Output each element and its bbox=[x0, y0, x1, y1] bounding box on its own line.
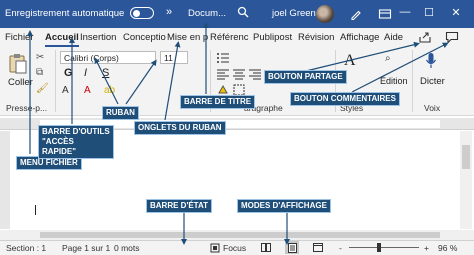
read-mode-icon bbox=[261, 243, 271, 252]
print-layout-icon bbox=[287, 242, 297, 253]
group-label-clipboard: Presse-p... bbox=[6, 103, 48, 113]
callout-quick-access: BARRE D'OUTILS "ACCÈS RAPIDE" bbox=[38, 125, 114, 159]
clipboard-icon[interactable] bbox=[8, 52, 28, 74]
font-name-select[interactable]: Calibri (Corps) bbox=[60, 51, 156, 64]
avatar[interactable] bbox=[316, 5, 334, 23]
web-layout-icon bbox=[313, 243, 323, 252]
zoom-level[interactable]: 96 % bbox=[438, 243, 457, 253]
tab-accueil[interactable]: Accueil bbox=[45, 32, 79, 47]
horizontal-scrollbar[interactable] bbox=[0, 230, 474, 240]
group-label-voice: Voix bbox=[424, 103, 441, 113]
vertical-ruler bbox=[0, 131, 10, 229]
underline-button[interactable]: S bbox=[102, 67, 109, 79]
highlight-icon[interactable]: ab bbox=[104, 85, 115, 96]
scrollbar-thumb[interactable] bbox=[40, 232, 440, 238]
document-name[interactable]: Docum... bbox=[188, 8, 226, 19]
styles-gallery[interactable]: A bbox=[344, 52, 356, 70]
tab-references[interactable]: Référenc bbox=[210, 32, 249, 43]
tab-fichier[interactable]: Fichier bbox=[5, 32, 34, 43]
font-color-icon[interactable]: A bbox=[84, 85, 91, 96]
align-right-icon[interactable] bbox=[248, 68, 262, 80]
restore-button[interactable]: ☐ bbox=[421, 6, 437, 19]
callout-status-bar: BARRE D'ÉTAT bbox=[146, 199, 213, 213]
cut-icon[interactable]: ✂ bbox=[36, 52, 44, 63]
format-painter-icon[interactable]: 🖌 bbox=[36, 83, 49, 94]
paste-button[interactable]: Coller bbox=[8, 77, 33, 88]
user-name[interactable]: joel Green bbox=[272, 8, 316, 19]
callout-ribbon: RUBAN bbox=[102, 106, 139, 120]
callout-comments-button: BOUTON COMMENTAIRES bbox=[290, 92, 400, 106]
tab-aide[interactable]: Aide bbox=[384, 32, 403, 43]
section-indicator[interactable]: Section : 1 bbox=[6, 243, 46, 253]
tab-insertion[interactable]: Insertion bbox=[80, 32, 116, 43]
zoom-out-button[interactable]: - bbox=[339, 243, 342, 253]
vertical-scrollbar[interactable] bbox=[460, 131, 472, 229]
focus-icon[interactable] bbox=[210, 243, 220, 253]
tab-affichage[interactable]: Affichage bbox=[340, 32, 379, 43]
title-bar: Enregistrement automatique » Docum... jo… bbox=[0, 0, 474, 28]
pen-icon[interactable] bbox=[349, 7, 363, 21]
dictate-button[interactable]: Dicter bbox=[420, 76, 445, 87]
group-divider bbox=[412, 50, 413, 112]
align-center-icon[interactable] bbox=[232, 68, 246, 80]
minimize-button[interactable]: — bbox=[397, 6, 413, 18]
focus-button[interactable]: Focus bbox=[223, 243, 246, 253]
editing-button[interactable]: Édition bbox=[380, 76, 408, 86]
callout-view-modes: MODES D'AFFICHAGE bbox=[237, 199, 331, 213]
find-icon[interactable]: ⌕ bbox=[385, 53, 391, 64]
tab-conception[interactable]: Conceptio bbox=[123, 32, 166, 43]
more-commands-button[interactable]: » bbox=[166, 6, 172, 18]
search-icon[interactable] bbox=[237, 6, 249, 18]
zoom-slider-thumb[interactable] bbox=[377, 243, 381, 252]
comment-icon[interactable] bbox=[445, 31, 459, 44]
tab-mise-en-page[interactable]: Mise en p bbox=[167, 32, 208, 43]
group-divider bbox=[55, 50, 56, 112]
tab-publipostage[interactable]: Publipost bbox=[253, 32, 292, 43]
copy-icon[interactable]: ⧉ bbox=[36, 67, 43, 78]
ribbon-display-icon[interactable] bbox=[378, 7, 392, 21]
text-cursor bbox=[35, 205, 36, 215]
callout-title-bar: BARRE DE TITRE bbox=[180, 95, 256, 109]
align-left-icon[interactable] bbox=[216, 68, 230, 80]
zoom-in-button[interactable]: + bbox=[424, 243, 429, 253]
web-layout-button[interactable] bbox=[311, 241, 325, 254]
word-count[interactable]: 0 mots bbox=[114, 243, 140, 253]
tab-revision[interactable]: Révision bbox=[298, 32, 334, 43]
close-button[interactable]: ✕ bbox=[448, 6, 464, 19]
callout-ribbon-tabs: ONGLETS DU RUBAN bbox=[134, 121, 226, 135]
microphone-icon[interactable] bbox=[425, 52, 437, 70]
print-layout-button[interactable] bbox=[285, 241, 299, 254]
autosave-toggle[interactable] bbox=[130, 7, 154, 19]
text-effects-icon[interactable]: A bbox=[62, 85, 69, 96]
callout-share-button: BOUTON PARTAGE bbox=[264, 70, 347, 84]
ribbon-tabs: Fichier Accueil Insertion Conceptio Mise… bbox=[0, 28, 474, 48]
scrollbar-thumb[interactable] bbox=[462, 145, 470, 169]
zoom-slider[interactable] bbox=[349, 247, 419, 248]
read-mode-button[interactable] bbox=[259, 241, 273, 254]
bullets-icon[interactable] bbox=[216, 52, 230, 64]
font-size-select[interactable]: 11 bbox=[160, 51, 188, 64]
page-indicator[interactable]: Page 1 sur 1 bbox=[62, 243, 110, 253]
bold-button[interactable]: G bbox=[64, 67, 73, 79]
autosave-label: Enregistrement automatique bbox=[5, 8, 125, 19]
italic-button[interactable]: I bbox=[84, 67, 87, 79]
share-icon[interactable] bbox=[418, 31, 432, 44]
